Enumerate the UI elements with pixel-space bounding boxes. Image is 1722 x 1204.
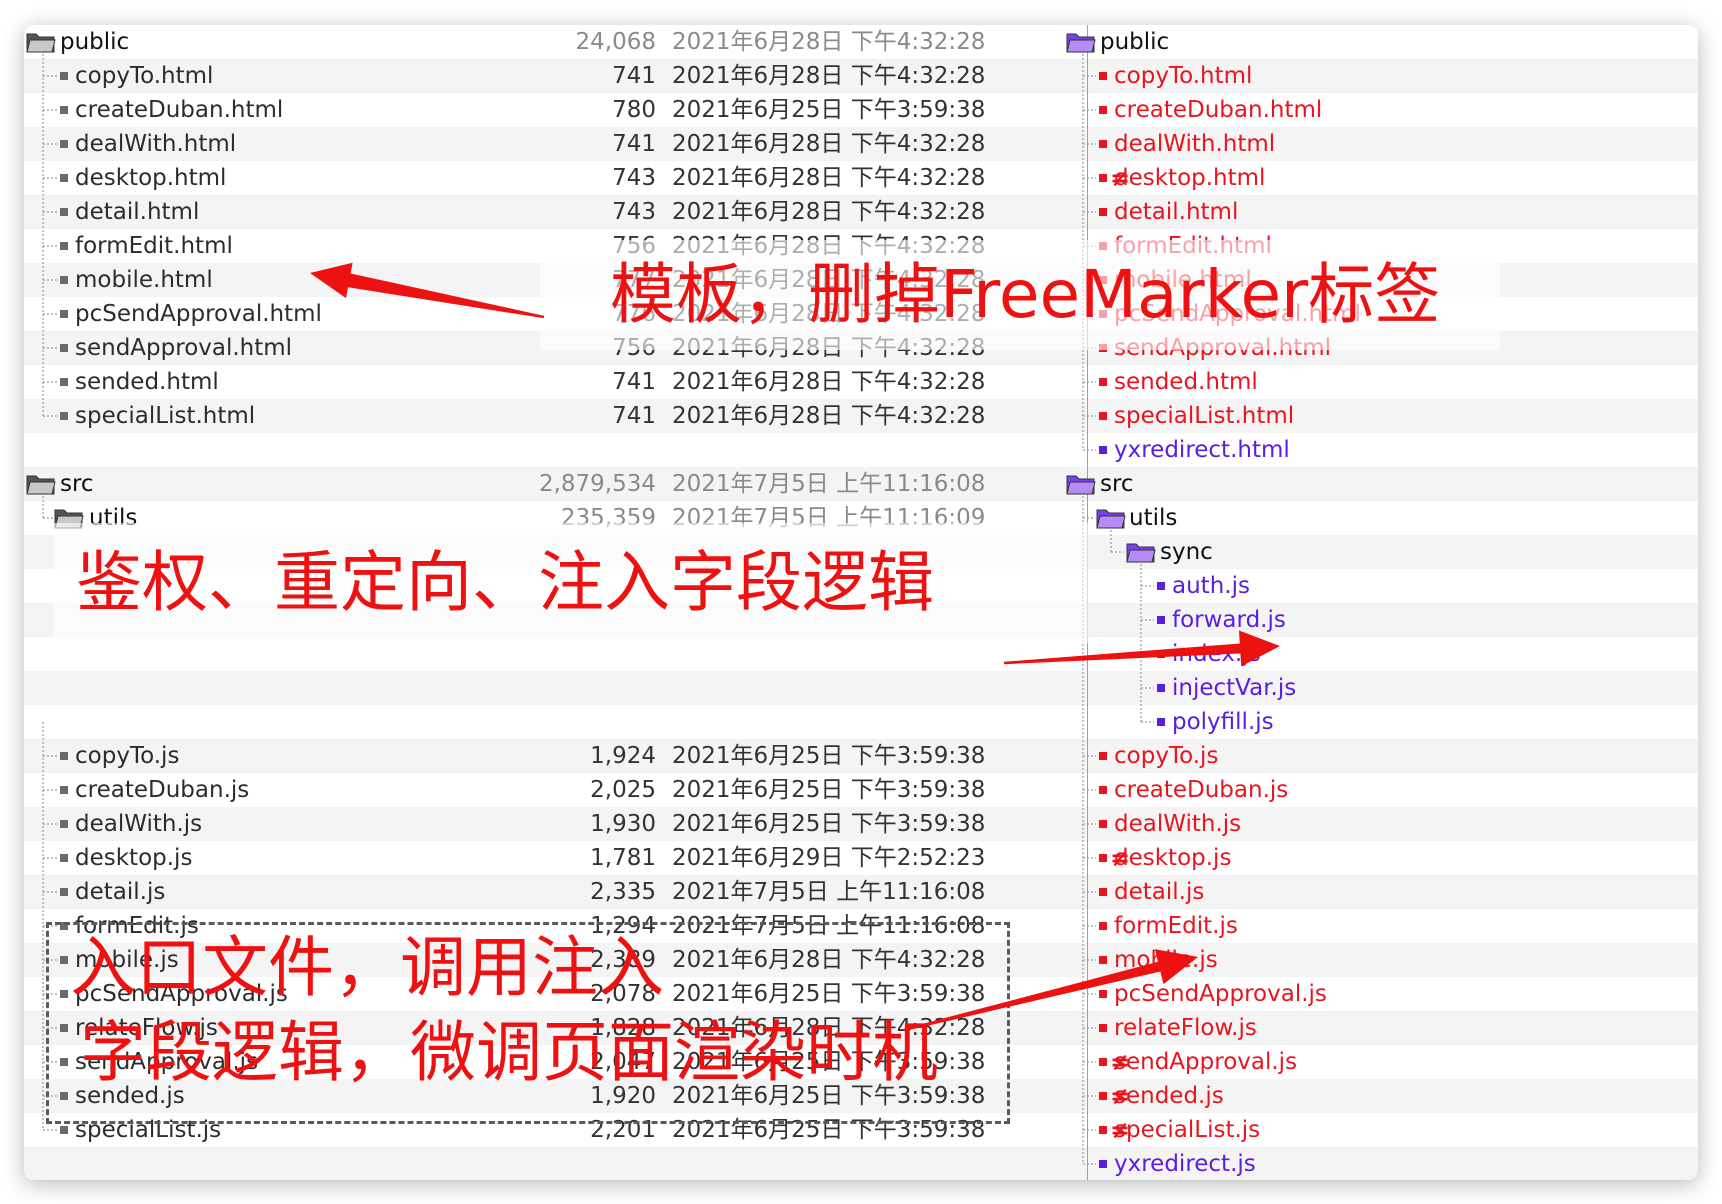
- arrow-to-index-js: [1003, 630, 1280, 667]
- annotation-arrows: [310, 262, 1280, 1032]
- arrow-to-mobile-html: [310, 262, 545, 319]
- arrow-to-mobile-js: [903, 949, 1198, 1032]
- diff-window: public 24,068 2021年6月28日 下午4:32:28 copyTo.h…: [24, 25, 1698, 1180]
